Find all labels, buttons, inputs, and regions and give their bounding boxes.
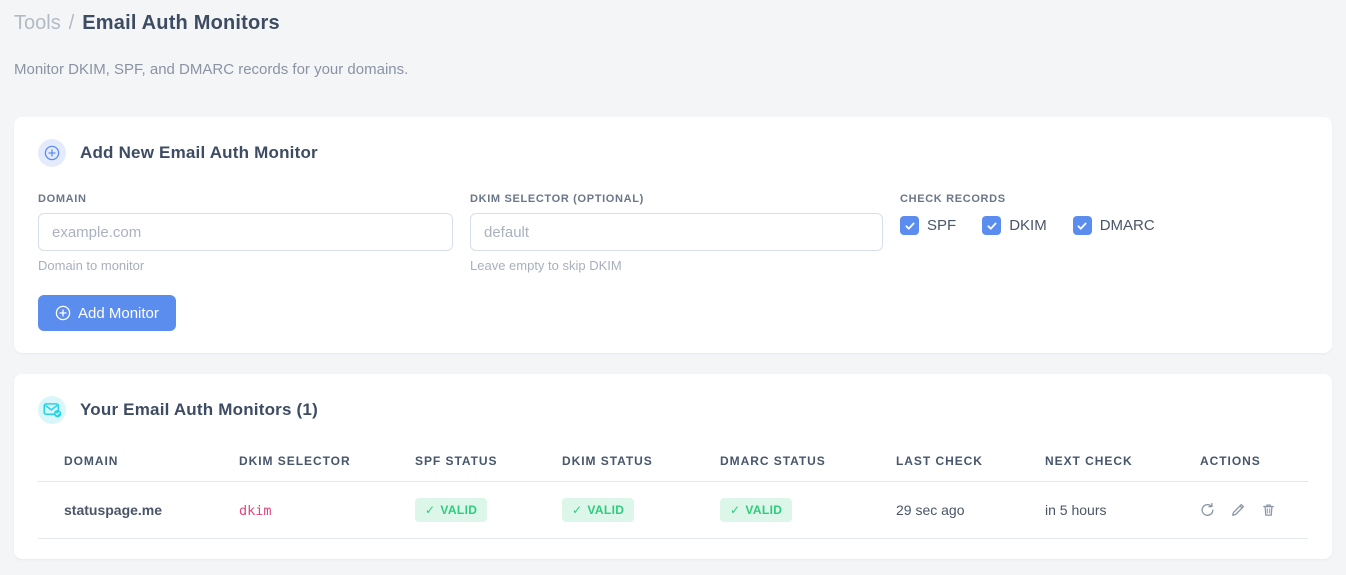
monitors-card-header: Your Email Auth Monitors (1) [38, 396, 1308, 424]
edit-button[interactable] [1230, 502, 1246, 518]
monitor-dmarc-status: ✓ VALID [694, 481, 870, 539]
breadcrumb: Tools / Email Auth Monitors [14, 12, 1332, 35]
breadcrumb-separator: / [68, 12, 75, 34]
checkbox-checked-icon[interactable] [982, 216, 1002, 235]
dkim-checkbox[interactable]: DKIM [982, 216, 1047, 235]
monitor-last-check: 29 sec ago [870, 481, 1019, 539]
dkim-selector-helper-text: Leave empty to skip DKIM [470, 258, 622, 273]
breadcrumb-tools-link[interactable]: Tools [14, 12, 61, 35]
table-row: statuspage.me dkim ✓ VALID ✓ VALID ✓ VAL… [38, 481, 1308, 539]
add-monitor-button-label: Add Monitor [78, 304, 159, 322]
column-header-domain: DOMAIN [38, 446, 213, 482]
spf-checkbox-label: SPF [927, 217, 957, 234]
dmarc-checkbox-label: DMARC [1099, 217, 1155, 234]
dkim-selector-value: dkim [239, 502, 272, 519]
pencil-icon [1230, 502, 1246, 518]
spf-checkbox[interactable]: SPF [900, 216, 956, 235]
plus-circle-icon [55, 305, 71, 321]
dkim-checkbox-label: DKIM [1009, 217, 1047, 234]
page: Tools / Email Auth Monitors Monitor DKIM… [0, 0, 1346, 559]
monitor-domain: statuspage.me [38, 481, 213, 539]
column-header-next-check: NEXT CHECK [1019, 446, 1174, 482]
monitor-dkim-selector: dkim [213, 481, 389, 539]
checkbox-checked-icon[interactable] [900, 216, 919, 235]
trash-icon [1261, 502, 1276, 518]
check-icon: ✓ [730, 503, 741, 517]
status-badge: ✓ VALID [720, 498, 793, 522]
check-icon: ✓ [425, 503, 436, 517]
spf-status-text: VALID [440, 503, 478, 517]
table-header-row: DOMAIN DKIM SELECTOR SPF STATUS DKIM STA… [38, 446, 1308, 482]
monitor-dkim-status: ✓ VALID [536, 481, 694, 539]
column-header-dkim-selector: DKIM SELECTOR [213, 446, 389, 482]
domain-label: DOMAIN [38, 193, 87, 205]
check-icon: ✓ [572, 503, 583, 517]
dkim-selector-label: DKIM SELECTOR (OPTIONAL) [470, 193, 644, 205]
monitor-next-check: in 5 hours [1019, 481, 1174, 539]
page-title: Email Auth Monitors [82, 12, 280, 34]
add-monitor-card-header: Add New Email Auth Monitor [38, 139, 1308, 167]
column-header-dmarc-status: DMARC STATUS [694, 446, 870, 482]
check-records-label: CHECK RECORDS [900, 193, 1006, 205]
column-header-spf-status: SPF STATUS [389, 446, 536, 482]
dkim-selector-input[interactable] [470, 213, 883, 251]
check-records-options: SPF DKIM DMARC [900, 216, 1308, 235]
dkim-status-text: VALID [587, 503, 625, 517]
column-header-last-check: LAST CHECK [870, 446, 1019, 482]
refresh-icon [1200, 502, 1215, 518]
monitor-spf-status: ✓ VALID [389, 481, 536, 539]
monitors-card-title: Your Email Auth Monitors (1) [80, 400, 318, 419]
envelope-check-icon [38, 396, 66, 424]
delete-button[interactable] [1261, 502, 1276, 518]
column-header-actions: ACTIONS [1174, 446, 1308, 482]
dmarc-checkbox[interactable]: DMARC [1072, 216, 1155, 235]
plus-circle-icon [38, 139, 66, 167]
add-monitor-card-title: Add New Email Auth Monitor [80, 143, 318, 162]
page-subtitle: Monitor DKIM, SPF, and DMARC records for… [14, 61, 409, 78]
status-badge: ✓ VALID [415, 498, 488, 522]
add-monitor-card: Add New Email Auth Monitor DOMAIN Domain… [14, 117, 1332, 353]
monitors-card: Your Email Auth Monitors (1) DOMAIN DKIM… [14, 374, 1332, 559]
domain-input[interactable] [38, 213, 453, 251]
monitor-actions [1174, 481, 1308, 539]
status-badge: ✓ VALID [562, 498, 635, 522]
dkim-selector-field: DKIM SELECTOR (OPTIONAL) Leave empty to … [470, 193, 883, 273]
domain-field: DOMAIN Domain to monitor [38, 193, 453, 273]
check-records-group: CHECK RECORDS SPF DKIM DMARC [900, 193, 1308, 235]
column-header-dkim-status: DKIM STATUS [536, 446, 694, 482]
add-monitor-form: DOMAIN Domain to monitor DKIM SELECTOR (… [38, 193, 1308, 273]
refresh-button[interactable] [1200, 502, 1215, 518]
checkbox-checked-icon[interactable] [1072, 216, 1092, 235]
dmarc-status-text: VALID [745, 503, 783, 517]
domain-helper-text: Domain to monitor [38, 258, 145, 273]
add-monitor-button[interactable]: Add Monitor [38, 295, 176, 331]
monitors-table: DOMAIN DKIM SELECTOR SPF STATUS DKIM STA… [38, 446, 1308, 539]
